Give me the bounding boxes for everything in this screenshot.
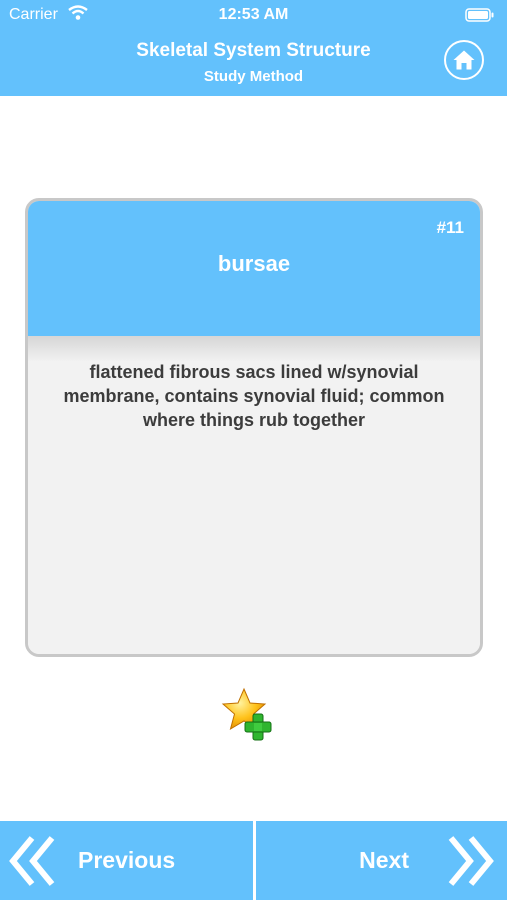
previous-button[interactable]: Previous: [0, 821, 253, 900]
page-subtitle: Study Method: [203, 68, 304, 85]
card-term: bursae: [217, 251, 291, 276]
next-label: Next: [359, 847, 409, 873]
status-time: 12:53 AM: [218, 6, 289, 23]
battery-icon: [465, 8, 495, 27]
footer-nav: Previous Next: [0, 821, 507, 900]
previous-label: Previous: [78, 847, 176, 873]
status-bar: Carrier 12:53 AM: [0, 0, 507, 30]
header: Carrier 12:53 AM Skeletal System Structu…: [0, 0, 507, 96]
home-button[interactable]: [444, 40, 484, 80]
add-favorite-button[interactable]: [220, 686, 276, 742]
flashcard-front: #11 bursae: [28, 201, 480, 336]
double-chevron-left-icon: [8, 835, 58, 892]
flashcard-back: flattened fibrous sacs lined w/synovial …: [28, 336, 480, 654]
home-icon: [453, 50, 475, 70]
page-title: Skeletal System Structure: [136, 40, 371, 61]
star-add-icon: [221, 687, 272, 741]
double-chevron-right-icon: [445, 835, 495, 892]
flashcard[interactable]: #11 bursae flattened fibrous sacs lined …: [25, 198, 483, 657]
next-button[interactable]: Next: [256, 821, 507, 900]
card-definition: flattened fibrous sacs lined w/synovial …: [63, 362, 445, 430]
card-number: #11: [436, 218, 464, 237]
